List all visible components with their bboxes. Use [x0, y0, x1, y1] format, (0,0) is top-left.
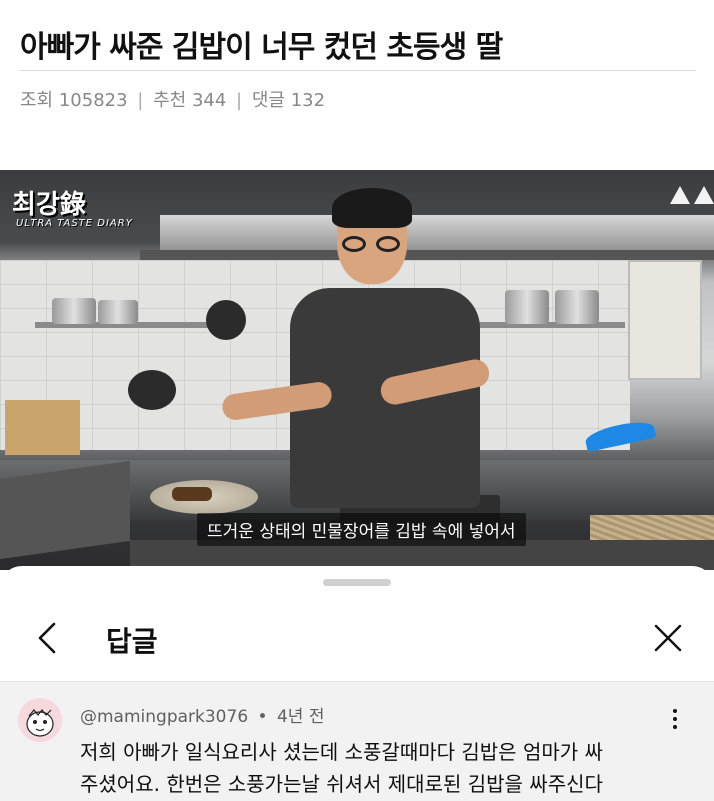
stats-separator: | [137, 90, 144, 111]
warning-icon [670, 186, 690, 204]
warning-icon [694, 186, 714, 204]
sheet-title: 답글 [106, 625, 158, 658]
post-title: 아빠가 싸준 김밥이 너무 컸던 초등생 딸 [20, 30, 503, 65]
channel-watermark-sub: ULTRA TASTE DIARY [16, 218, 133, 229]
wall-sign [628, 260, 702, 380]
close-icon [654, 624, 682, 652]
pot [52, 298, 96, 324]
views-count: 조회 105823 [20, 90, 128, 111]
frying-pan [128, 370, 176, 410]
frying-pan [206, 300, 246, 340]
comment-meta: @mamingpark3076 • 4년 전 [80, 702, 324, 727]
drag-handle[interactable] [323, 579, 391, 586]
eel [172, 487, 212, 501]
video-frame[interactable]: 최강錄 ULTRA TASTE DIARY 뜨거운 상태의 민물장어를 김밥 속… [0, 170, 714, 570]
chef-hair [332, 188, 412, 228]
title-divider [20, 70, 696, 71]
chevron-left-icon [38, 622, 56, 654]
channel-watermark: 최강錄 [12, 190, 86, 220]
comment-text-line: 주셨어요. 한번은 소풍가는날 쉬셔서 제대로된 김밥을 싸주신다 [80, 772, 603, 796]
video-caption: 뜨거운 상태의 민물장어를 김밥 속에 넣어서 [197, 513, 526, 546]
comment-text-line: 저희 아빠가 일식요리사 셨는데 소풍갈때마다 김밥은 엄마가 싸 [80, 740, 603, 764]
post-stats: 조회 105823 | 추천 344 | 댓글 132 [20, 86, 325, 112]
back-button[interactable] [30, 618, 66, 658]
stats-separator: | [236, 90, 243, 111]
post-header: 아빠가 싸준 김밥이 너무 컸던 초등생 딸 조회 105823 | 추천 34… [0, 0, 714, 170]
bowl-stack [505, 290, 549, 324]
comment-author[interactable]: @mamingpark3076 [80, 707, 248, 727]
comment-time: 4년 전 [276, 707, 325, 727]
tray [0, 460, 130, 560]
meta-dot: • [257, 707, 268, 727]
avatar[interactable] [18, 698, 62, 742]
glasses-icon [340, 236, 404, 252]
pot [98, 300, 138, 324]
comments-count: 댓글 132 [251, 90, 326, 111]
chef [220, 188, 510, 508]
likes-count: 추천 344 [153, 90, 227, 111]
bowl-stack [555, 290, 599, 324]
more-vertical-icon[interactable] [665, 707, 685, 731]
avatar-face-icon [18, 698, 62, 742]
knife-block [5, 400, 80, 455]
reply-sheet: 답글 @mamingpark3076 • 4년 전 저희 아빠가 일식요리사 셨… [0, 566, 714, 801]
close-button[interactable] [648, 618, 688, 658]
